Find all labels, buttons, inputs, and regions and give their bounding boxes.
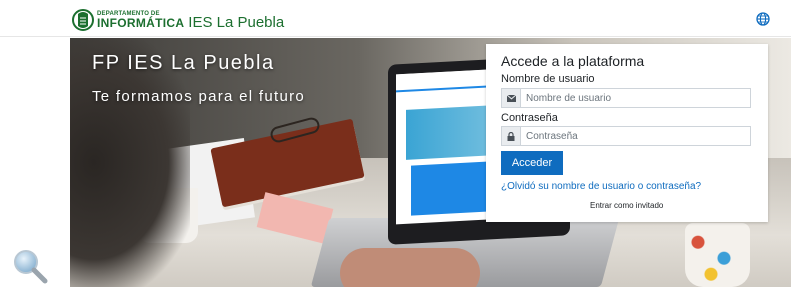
hero-hand [340,248,480,287]
password-label: Contraseña [501,112,558,124]
username-input[interactable] [520,88,751,108]
envelope-icon [501,88,520,108]
navbar: DEPARTAMENTO DE INFORMÁTICA IES La Puebl… [0,0,791,37]
password-group [501,126,751,146]
globe-icon[interactable] [756,12,770,26]
login-card: Accede a la plataforma Nombre de usuario… [486,44,768,222]
hero-person [70,38,190,287]
username-group [501,88,751,108]
username-label: Nombre de usuario [501,73,595,85]
login-button[interactable]: Acceder [501,151,563,175]
lock-icon [501,126,520,146]
site-logo[interactable]: DEPARTAMENTO DE INFORMÁTICA IES La Puebl… [72,7,284,33]
magnifier-icon[interactable] [10,248,50,284]
logo-school-name: IES La Puebla [188,13,285,31]
hero-mug [685,223,750,287]
hero-title: FP IES La Puebla [92,52,275,74]
logo-department: DEPARTAMENTO DE INFORMÁTICA [97,11,184,29]
laptop-screen-card [411,161,491,216]
logo-informatica-text: INFORMÁTICA [97,16,185,30]
login-title: Accede a la plataforma [501,53,645,69]
logo-emblem-icon [72,9,94,31]
hero-subtitle: Te formamos para el futuro [92,88,306,105]
guest-login-link[interactable]: Entrar como invitado [590,201,663,210]
forgot-credentials-link[interactable]: ¿Olvidó su nombre de usuario o contraseñ… [501,181,701,192]
password-input[interactable] [520,126,751,146]
